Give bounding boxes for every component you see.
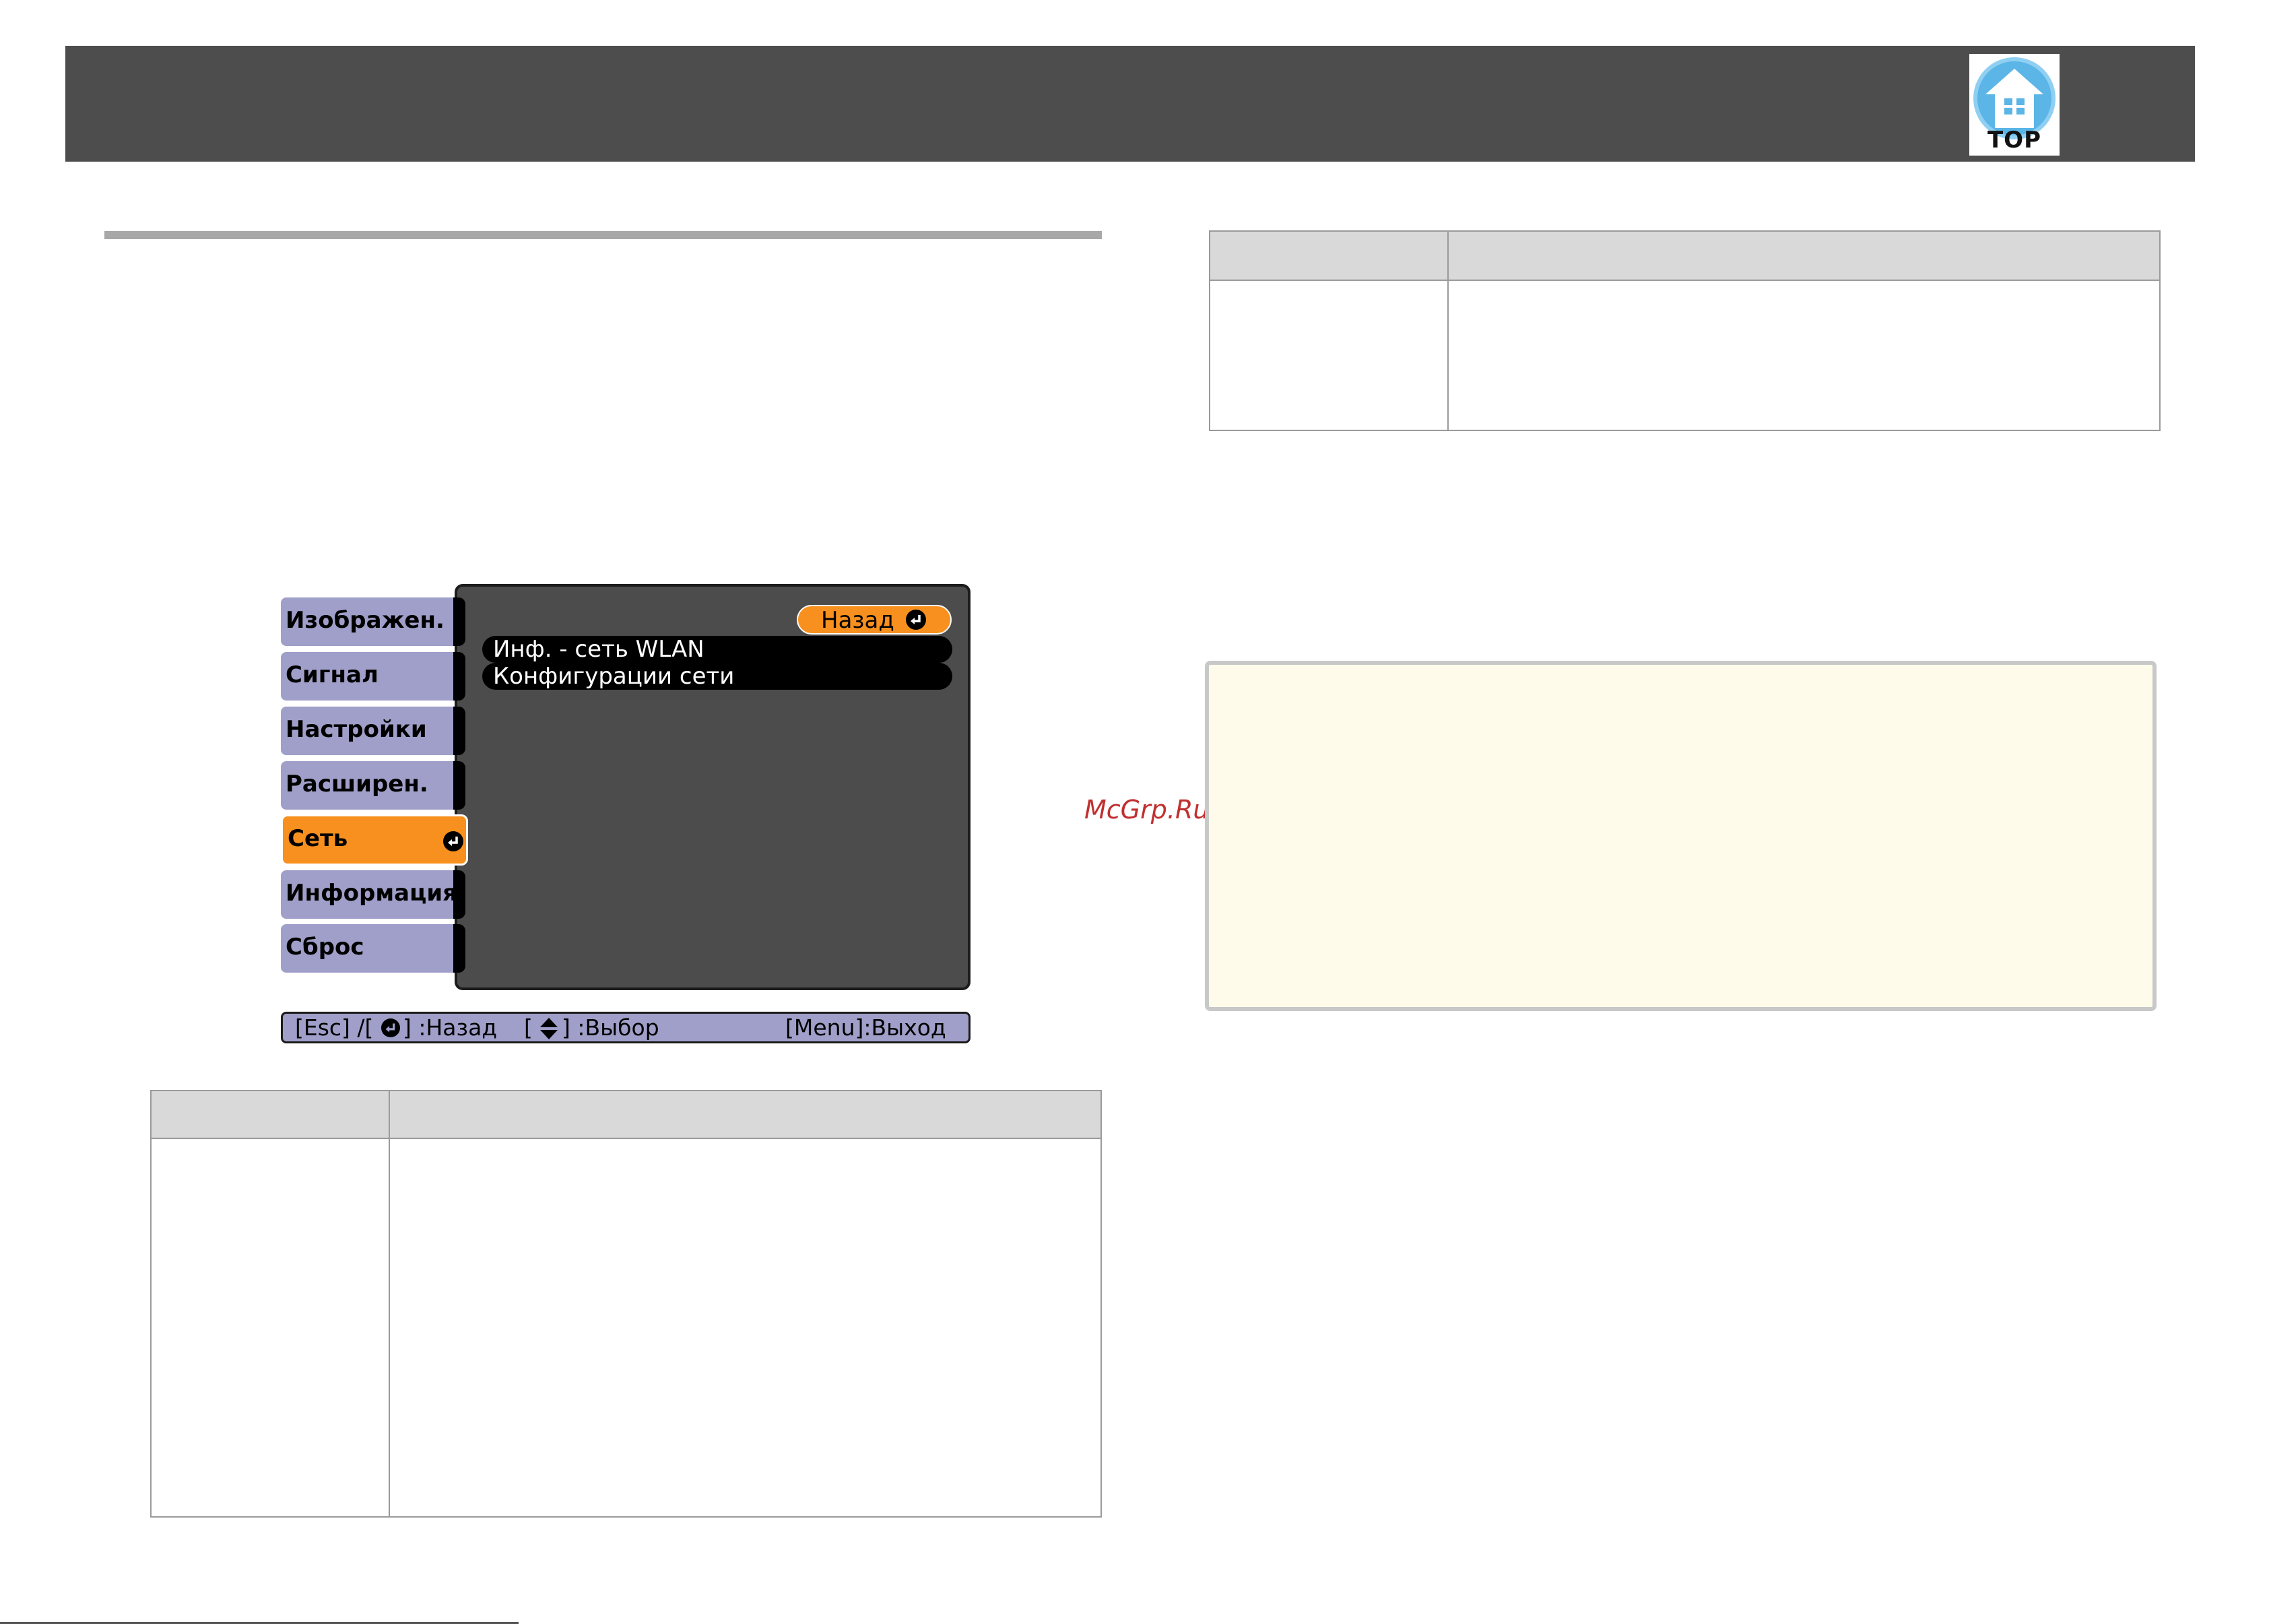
sidebar-item-network[interactable]: Сеть (281, 814, 468, 866)
exit-hint: [Menu]:Выход (785, 1014, 946, 1041)
top-logo-text: TOP (1987, 127, 2041, 154)
table-column-divider (1447, 232, 1449, 430)
submenu-item-label: Конфигурации сети (493, 663, 735, 690)
table-header-row (152, 1091, 1100, 1139)
sidebar-item-label: Сигнал (286, 661, 379, 688)
sidebar-tab-edge (453, 597, 465, 646)
submenu-item-label: Инф. - сеть WLAN (493, 636, 704, 663)
enter-icon (381, 1018, 400, 1037)
submenu-item-wlan-info[interactable]: Инф. - сеть WLAN (482, 636, 952, 663)
select-hint-suffix: ] :Выбор (562, 1014, 659, 1041)
sidebar-tab-edge (453, 652, 465, 701)
sidebar-tab-edge (453, 707, 465, 755)
table-top-right (1209, 230, 2161, 431)
sidebar-item-label: Сброс (286, 934, 364, 961)
up-down-arrow-icon (539, 1016, 559, 1041)
select-hint-prefix: [ (524, 1014, 533, 1041)
sidebar-item-extended[interactable]: Расширен. (281, 761, 465, 810)
enter-icon (906, 610, 926, 630)
sidebar-item-label: Настройки (286, 716, 427, 743)
header-bar (65, 46, 2195, 162)
submenu-item-network-config[interactable]: Конфигурации сети (482, 663, 952, 690)
sidebar-item-label: Сеть (288, 825, 348, 852)
table-header-row (1210, 232, 2159, 281)
table-column-divider (389, 1091, 390, 1516)
section-rule (104, 231, 1102, 239)
enter-icon (443, 831, 463, 851)
sidebar-item-image[interactable]: Изображен. (281, 597, 465, 646)
back-button[interactable]: Назад (797, 605, 952, 635)
sidebar-item-signal[interactable]: Сигнал (281, 652, 465, 701)
back-hint-suffix: ] :Назад (403, 1014, 498, 1041)
sidebar-item-label: Расширен. (286, 771, 428, 798)
top-link[interactable]: TOP (1969, 54, 2060, 156)
sidebar-tab-edge (453, 924, 465, 973)
sidebar-item-settings[interactable]: Настройки (281, 707, 465, 755)
table-bottom-left (150, 1090, 1102, 1518)
sidebar-tab-edge (453, 761, 465, 810)
sidebar-tab-edge (453, 870, 465, 919)
sidebar-item-label: Изображен. (286, 607, 445, 634)
sidebar-item-reset[interactable]: Сброс (281, 924, 465, 973)
watermark: McGrp.Ru (1084, 795, 1210, 824)
sidebar-item-label: Информация (286, 880, 457, 907)
back-button-label: Назад (821, 607, 894, 634)
back-hint-prefix: [Esc] /[ (295, 1014, 374, 1041)
osd-footer-hints: [Esc] /[ ] :Назад [ ] :Выбор [Menu]:Выхо… (281, 1012, 971, 1043)
note-box (1205, 661, 2157, 1011)
sidebar-item-information[interactable]: Информация (281, 870, 465, 919)
